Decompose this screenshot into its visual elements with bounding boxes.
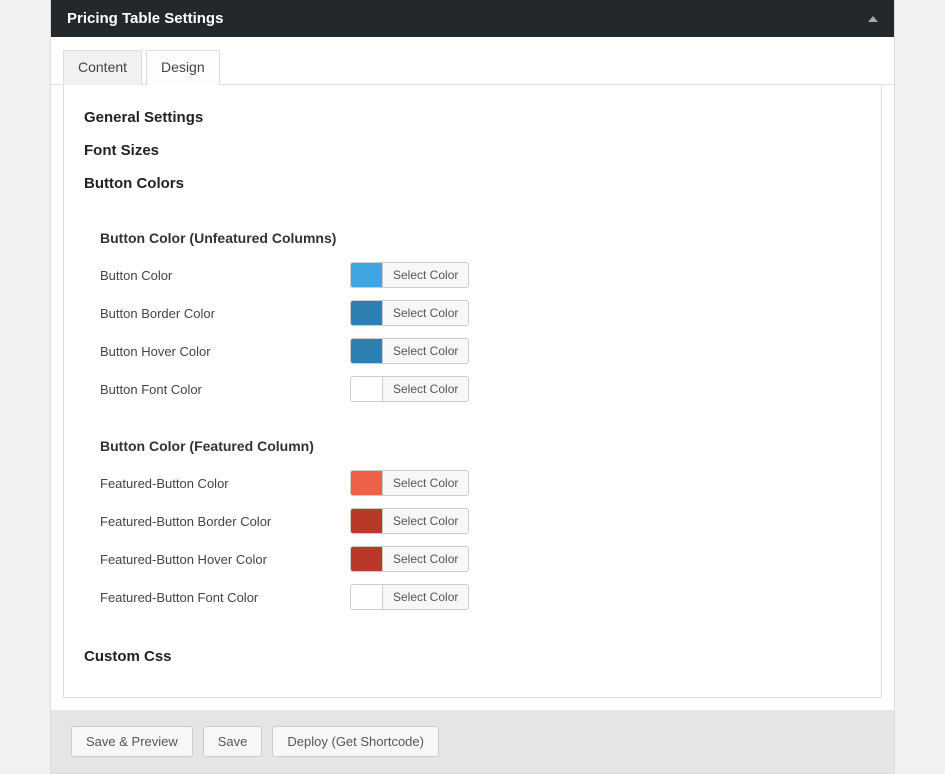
select-color-label: Select Color	[383, 585, 468, 609]
tab-content[interactable]: Content	[63, 50, 142, 85]
row-button-color: Button Color Select Color	[100, 256, 861, 294]
select-color-label: Select Color	[383, 471, 468, 495]
select-color-label: Select Color	[383, 377, 468, 401]
swatch-button-color	[351, 263, 383, 287]
section-custom-css[interactable]: Custom Css	[84, 640, 861, 673]
picker-featured-button-hover-color[interactable]: Select Color	[350, 546, 469, 572]
panel-header: Pricing Table Settings	[51, 0, 894, 37]
swatch-featured-button-color	[351, 471, 383, 495]
featured-heading: Button Color (Featured Column)	[100, 438, 861, 454]
picker-button-border-color[interactable]: Select Color	[350, 300, 469, 326]
select-color-label: Select Color	[383, 339, 468, 363]
select-color-label: Select Color	[383, 263, 468, 287]
picker-featured-button-border-color[interactable]: Select Color	[350, 508, 469, 534]
swatch-featured-button-hover-color	[351, 547, 383, 571]
select-color-label: Select Color	[383, 301, 468, 325]
row-featured-button-hover-color: Featured-Button Hover Color Select Color	[100, 540, 861, 578]
label-button-hover-color: Button Hover Color	[100, 344, 350, 359]
featured-section: Button Color (Featured Column) Featured-…	[100, 438, 861, 616]
picker-featured-button-font-color[interactable]: Select Color	[350, 584, 469, 610]
picker-featured-button-color[interactable]: Select Color	[350, 470, 469, 496]
tabs-row: Content Design	[51, 37, 894, 85]
label-featured-button-font-color: Featured-Button Font Color	[100, 590, 350, 605]
save-button[interactable]: Save	[203, 726, 263, 757]
swatch-button-font-color	[351, 377, 383, 401]
row-featured-button-color: Featured-Button Color Select Color	[100, 464, 861, 502]
settings-panel: Pricing Table Settings Content Design Ge…	[50, 0, 895, 774]
panel-title: Pricing Table Settings	[67, 10, 223, 27]
label-button-font-color: Button Font Color	[100, 382, 350, 397]
label-button-border-color: Button Border Color	[100, 306, 350, 321]
swatch-featured-button-font-color	[351, 585, 383, 609]
select-color-label: Select Color	[383, 547, 468, 571]
label-featured-button-color: Featured-Button Color	[100, 476, 350, 491]
picker-button-color[interactable]: Select Color	[350, 262, 469, 288]
save-preview-button[interactable]: Save & Preview	[71, 726, 193, 757]
section-general-settings[interactable]: General Settings	[84, 101, 861, 134]
row-featured-button-border-color: Featured-Button Border Color Select Colo…	[100, 502, 861, 540]
label-featured-button-border-color: Featured-Button Border Color	[100, 514, 350, 529]
picker-button-font-color[interactable]: Select Color	[350, 376, 469, 402]
row-featured-button-font-color: Featured-Button Font Color Select Color	[100, 578, 861, 616]
tab-design[interactable]: Design	[146, 50, 220, 85]
footer-bar: Save & Preview Save Deploy (Get Shortcod…	[51, 710, 894, 773]
swatch-button-border-color	[351, 301, 383, 325]
swatch-featured-button-border-color	[351, 509, 383, 533]
row-button-font-color: Button Font Color Select Color	[100, 370, 861, 408]
row-button-border-color: Button Border Color Select Color	[100, 294, 861, 332]
collapse-icon[interactable]	[868, 16, 878, 22]
section-button-colors[interactable]: Button Colors	[84, 167, 861, 200]
picker-button-hover-color[interactable]: Select Color	[350, 338, 469, 364]
content-box: General Settings Font Sizes Button Color…	[63, 85, 882, 698]
deploy-button[interactable]: Deploy (Get Shortcode)	[272, 726, 439, 757]
row-button-hover-color: Button Hover Color Select Color	[100, 332, 861, 370]
unfeatured-section: Button Color (Unfeatured Columns) Button…	[100, 230, 861, 408]
swatch-button-hover-color	[351, 339, 383, 363]
unfeatured-heading: Button Color (Unfeatured Columns)	[100, 230, 861, 246]
label-button-color: Button Color	[100, 268, 350, 283]
select-color-label: Select Color	[383, 509, 468, 533]
section-font-sizes[interactable]: Font Sizes	[84, 134, 861, 167]
label-featured-button-hover-color: Featured-Button Hover Color	[100, 552, 350, 567]
